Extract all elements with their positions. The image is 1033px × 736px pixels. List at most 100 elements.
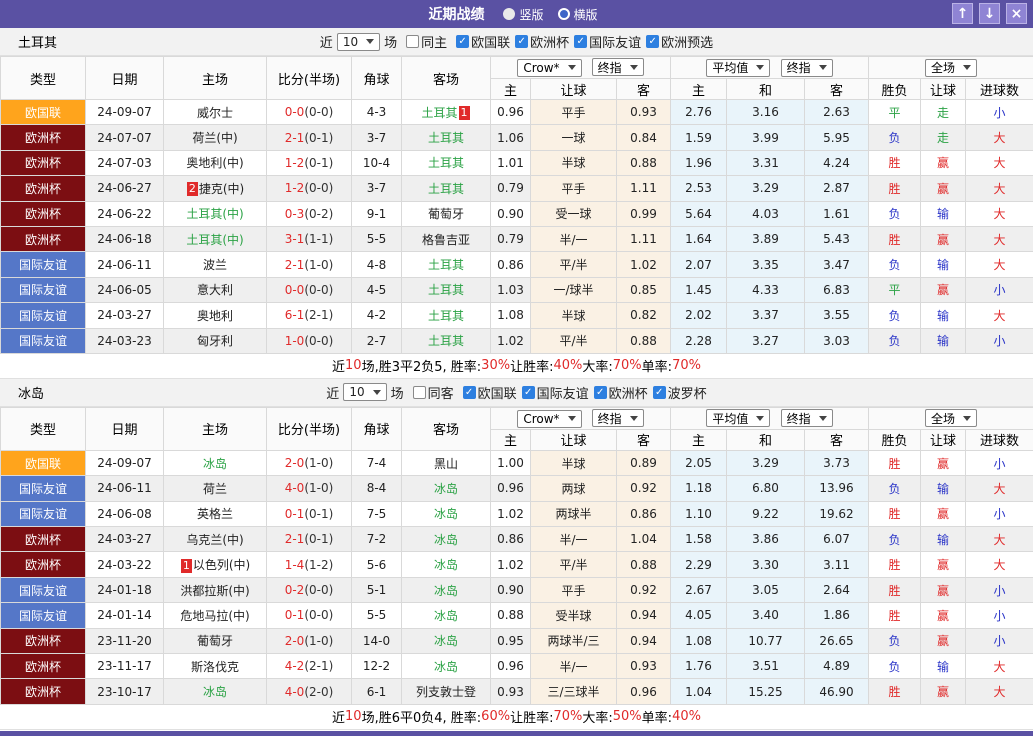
checkbox-checked-icon[interactable]: ✓ (574, 35, 587, 48)
home-odds-cell: 0.86 (491, 252, 531, 277)
scope-select[interactable]: 全场 (925, 409, 977, 427)
avg-draw-cell: 3.51 (727, 654, 805, 679)
summary-segment: 大率: (582, 707, 612, 726)
fulltime-score: 1-4 (285, 558, 305, 572)
handicap-result-cell: 输 (921, 252, 966, 277)
away-team-cell: 冰岛 (402, 527, 491, 552)
checkbox-checked-icon[interactable]: ✓ (463, 386, 476, 399)
avg-away-cell: 46.90 (805, 679, 869, 704)
score-cell: 1-4(1-2) (267, 552, 352, 577)
filter-controls: 近 10 场 同客 ✓欧国联✓国际友谊✓欧洲杯✓波罗杯 (326, 383, 706, 402)
move-down-button[interactable]: ↓ (979, 3, 1000, 24)
league-filter[interactable]: ✓波罗杯 (653, 383, 707, 402)
avg-away-cell: 6.83 (805, 277, 869, 302)
score-cell: 4-0(2-0) (267, 679, 352, 704)
same-venue-filter[interactable]: 同客 (413, 383, 454, 402)
odds-company-select[interactable]: Crow* (517, 59, 581, 77)
sub-col-away-odds: 客 (617, 79, 671, 100)
checkbox-checked-icon[interactable]: ✓ (515, 35, 528, 48)
layout-radio-horizontal[interactable]: 横版 (558, 6, 598, 23)
away-odds-cell: 0.94 (617, 603, 671, 628)
radio-unselected-icon[interactable] (558, 8, 570, 20)
chevron-down-icon (819, 65, 827, 70)
home-odds-cell: 1.02 (491, 552, 531, 577)
same-venue-filter[interactable]: 同主 (406, 32, 447, 51)
away-team-name: 冰岛 (434, 634, 458, 648)
final-odds-select[interactable]: 终指 (592, 58, 644, 76)
league-filter[interactable]: ✓国际友谊 (522, 383, 589, 402)
date-cell: 23-11-20 (86, 628, 164, 653)
odds-company-select[interactable]: Crow* (517, 410, 581, 428)
away-team-name: 土耳其 (428, 283, 464, 297)
avg-draw-cell: 6.80 (727, 476, 805, 501)
checkbox-checked-icon[interactable]: ✓ (646, 35, 659, 48)
league-filter[interactable]: ✓欧洲杯 (515, 32, 569, 51)
result-cell: 负 (869, 527, 921, 552)
col-header-type: 类型 (1, 57, 86, 100)
checkbox-unchecked-icon[interactable] (413, 386, 426, 399)
home-team-cell: 英格兰 (164, 501, 267, 526)
home-odds-cell: 1.00 (491, 450, 531, 475)
sub-col-handicap: 让球 (531, 429, 617, 450)
recent-count-select[interactable]: 10 (343, 383, 386, 401)
fulltime-score: 0-3 (285, 207, 305, 221)
date-cell: 24-06-22 (86, 201, 164, 226)
handicap-cell: 一/球半 (531, 277, 617, 302)
summary-segment: 单率: (642, 356, 672, 375)
recent-count-select[interactable]: 10 (337, 33, 380, 51)
away-team-name: 冰岛 (434, 507, 458, 521)
league-type-cell: 国际友谊 (1, 476, 86, 501)
final-odds-select-2[interactable]: 终指 (781, 59, 833, 77)
final-odds-select-2[interactable]: 终指 (781, 409, 833, 427)
final-odds-select[interactable]: 终指 (592, 409, 644, 427)
chevron-down-icon (963, 65, 971, 70)
avg-away-cell: 2.87 (805, 176, 869, 201)
chevron-down-icon (630, 416, 638, 421)
avg-away-cell: 13.96 (805, 476, 869, 501)
league-filter[interactable]: ✓欧国联 (456, 32, 510, 51)
league-filter[interactable]: ✓欧国联 (463, 383, 517, 402)
away-odds-cell: 0.82 (617, 303, 671, 328)
summary-segment: 40% (672, 709, 701, 724)
layout-radio-vertical[interactable]: 竖版 (503, 6, 543, 23)
checkbox-checked-icon[interactable]: ✓ (653, 386, 666, 399)
away-odds-cell: 0.88 (617, 328, 671, 353)
table-row: 欧国联24-09-07冰岛2-0(1-0)7-4黑山1.00半球0.892.05… (1, 450, 1033, 475)
filter-suffix-label: 场 (391, 383, 404, 402)
home-team-cell: 威尔士 (164, 100, 267, 125)
close-button[interactable]: × (1006, 3, 1027, 24)
move-up-button[interactable]: ↑ (952, 3, 973, 24)
checkbox-checked-icon[interactable]: ✓ (594, 386, 607, 399)
home-odds-cell: 0.96 (491, 476, 531, 501)
away-team-name: 土耳其 (428, 131, 464, 145)
checkbox-checked-icon[interactable]: ✓ (456, 35, 469, 48)
checkbox-checked-icon[interactable]: ✓ (522, 386, 535, 399)
league-filter-label: 国际友谊 (589, 32, 641, 51)
score-cell: 0-1(0-0) (267, 603, 352, 628)
radio-selected-icon[interactable] (503, 8, 515, 20)
same-venue-label: 同主 (421, 32, 447, 51)
table-row: 国际友谊24-06-05意大利0-0(0-0)4-5土耳其1.03一/球半0.8… (1, 277, 1033, 302)
handicap-result-cell: 输 (921, 654, 966, 679)
result-cell: 胜 (869, 176, 921, 201)
home-team-name: 土耳其(中) (186, 233, 243, 247)
summary-segment: 70% (672, 358, 701, 373)
checkbox-unchecked-icon[interactable] (406, 35, 419, 48)
league-type-cell: 欧洲杯 (1, 552, 86, 577)
score-cell: 0-0(0-0) (267, 100, 352, 125)
home-odds-cell: 0.86 (491, 527, 531, 552)
league-filter[interactable]: ✓国际友谊 (574, 32, 641, 51)
corner-cell: 10-4 (352, 150, 402, 175)
home-team-name: 英格兰 (197, 507, 233, 521)
table-row: 欧洲杯23-11-20葡萄牙2-0(1-0)14-0冰岛0.95两球半/三0.9… (1, 628, 1033, 653)
avg-away-cell: 2.63 (805, 100, 869, 125)
league-filter[interactable]: ✓欧洲杯 (594, 383, 648, 402)
scope-select[interactable]: 全场 (925, 59, 977, 77)
avg-draw-cell: 3.05 (727, 577, 805, 602)
average-select[interactable]: 平均值 (706, 409, 770, 427)
corner-cell: 2-7 (352, 328, 402, 353)
home-team-name: 意大利 (197, 283, 233, 297)
handicap-cell: 平/半 (531, 552, 617, 577)
league-filter[interactable]: ✓欧洲预选 (646, 32, 713, 51)
average-select[interactable]: 平均值 (706, 59, 770, 77)
